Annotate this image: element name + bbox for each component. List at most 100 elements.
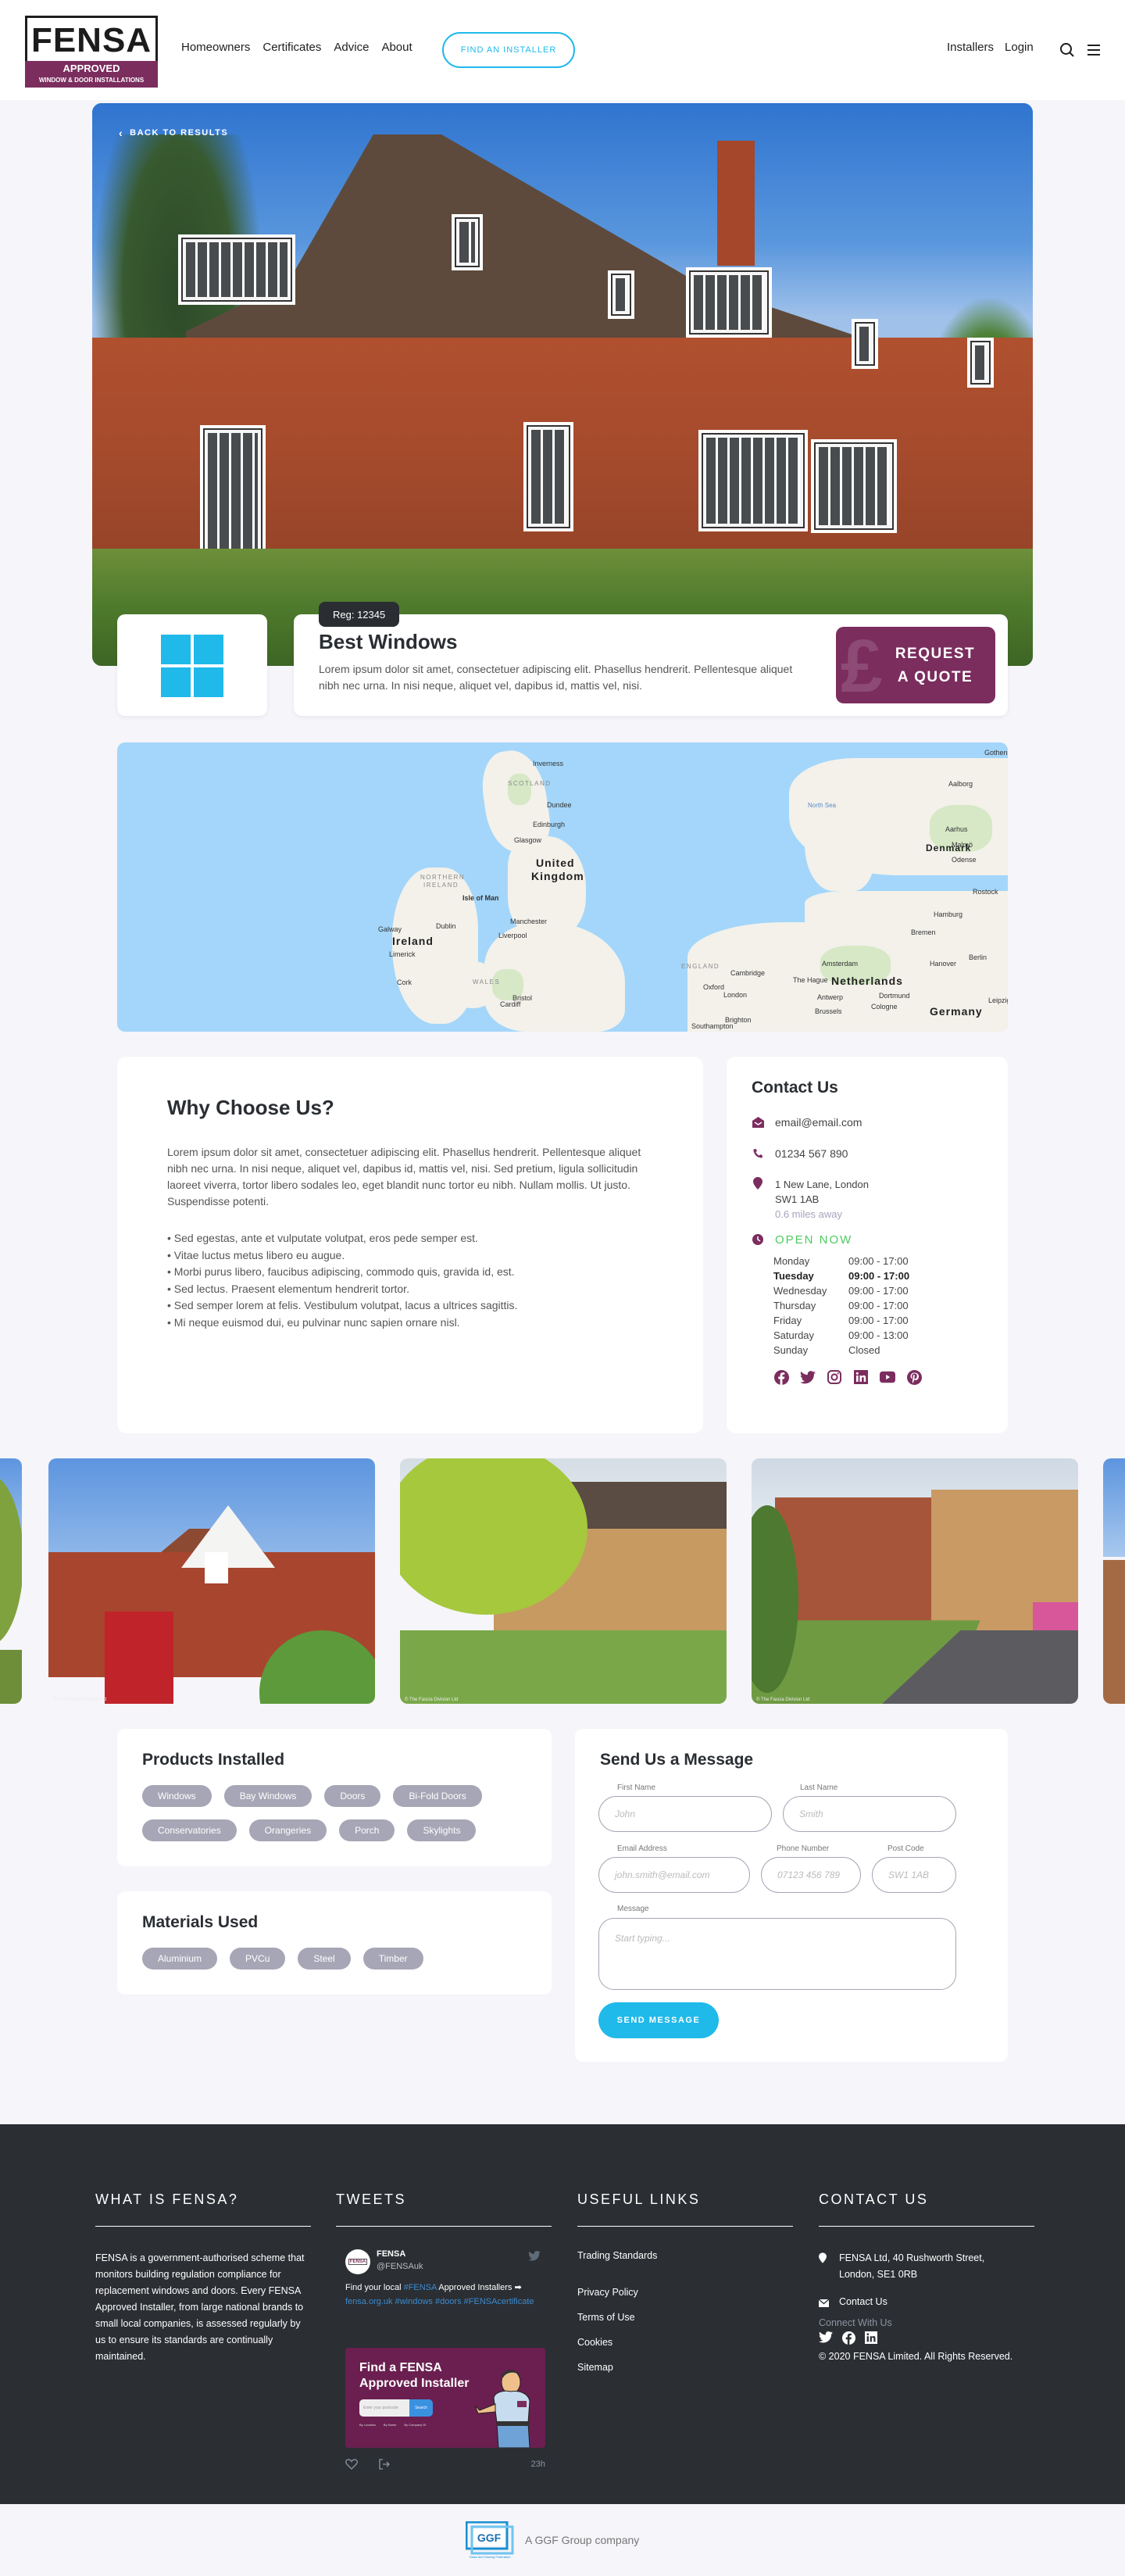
gallery-garage-door xyxy=(105,1612,173,1704)
map-label-city: Hamburg xyxy=(934,911,963,918)
nav-about[interactable]: About xyxy=(381,41,412,54)
product-tag[interactable]: Doors xyxy=(324,1785,381,1807)
twitter-icon[interactable] xyxy=(800,1369,816,1385)
footer-tweets: TWEETS xyxy=(336,2191,552,2227)
tweet-card-search-button: Search xyxy=(409,2399,433,2417)
map-label-city: Southampton xyxy=(691,1022,734,1030)
youtube-icon[interactable] xyxy=(880,1369,895,1385)
tweet-author-handle[interactable]: @FENSAuk xyxy=(377,2262,423,2271)
tweet-hashtag[interactable]: #FENSA xyxy=(404,2283,437,2292)
footer-link-cookies[interactable]: Cookies xyxy=(577,2337,793,2362)
gallery-image-3[interactable]: © The Fascia Division Ltd xyxy=(752,1458,1078,1704)
product-tag[interactable]: Orangeries xyxy=(248,1819,327,1841)
nav-installers[interactable]: Installers xyxy=(947,41,994,54)
product-tag[interactable]: Skylights xyxy=(407,1819,477,1841)
gallery-image-2[interactable]: © The Fascia Division Ltd xyxy=(400,1458,727,1704)
footer-link-terms-of-use[interactable]: Terms of Use xyxy=(577,2312,793,2337)
opening-hours: Monday 09:00 - 17:00 Tuesday 09:00 - 17:00… xyxy=(773,1254,909,1358)
search-icon[interactable] xyxy=(1059,42,1075,58)
footer-divider xyxy=(577,2226,793,2227)
twitter-bird-icon[interactable] xyxy=(528,2251,541,2261)
facebook-icon[interactable] xyxy=(842,2331,855,2345)
contact-phone[interactable]: 01234 567 890 xyxy=(775,1147,848,1160)
twitter-icon[interactable] xyxy=(819,2331,833,2343)
nav-login[interactable]: Login xyxy=(1005,41,1034,54)
material-tag[interactable]: Steel xyxy=(298,1948,351,1970)
phone-input[interactable]: 07123 456 789 xyxy=(761,1857,861,1893)
tweet-links[interactable]: fensa.org.uk #windows #doors #FENSAcerti… xyxy=(345,2295,545,2309)
send-message-button[interactable]: SEND MESSAGE xyxy=(598,2002,719,2038)
gallery-image-1[interactable]: © The Fascia Division Ltd xyxy=(48,1458,375,1704)
product-tag[interactable]: Bay Windows xyxy=(223,1785,312,1807)
footer-contact-link[interactable]: Contact Us xyxy=(839,2294,888,2313)
share-icon[interactable] xyxy=(378,2459,391,2470)
product-tag[interactable]: Windows xyxy=(142,1785,212,1807)
material-tag[interactable]: Aluminium xyxy=(142,1948,218,1970)
hamburger-menu-icon[interactable] xyxy=(1088,44,1100,56)
why-choose-us-body: Lorem ipsum dolor sit amet, consectetuer… xyxy=(167,1146,641,1208)
logo-approved-band: APPROVED WINDOW & DOOR INSTALLATIONS xyxy=(25,61,158,88)
gallery-image-partial-left[interactable] xyxy=(0,1458,22,1704)
linkedin-icon[interactable] xyxy=(853,1369,869,1385)
map-label-city: Cork xyxy=(397,979,412,986)
map-label-city: Galway xyxy=(378,925,402,933)
tweet-card-postcode-input: Enter your postcode xyxy=(359,2399,409,2417)
gallery-house xyxy=(1103,1560,1125,1704)
footer-connect-label: Connect With Us xyxy=(819,2317,892,2328)
logo-subline: WINDOW & DOOR INSTALLATIONS xyxy=(38,77,145,84)
clock-icon xyxy=(752,1233,764,1246)
facebook-icon[interactable] xyxy=(773,1369,789,1385)
tweet-avatar[interactable]: FENSA xyxy=(345,2249,370,2274)
ggf-logo-text: GGF xyxy=(477,2531,502,2544)
hero-chimney xyxy=(717,141,755,266)
pinterest-icon[interactable] xyxy=(906,1369,922,1385)
nav-advice[interactable]: Advice xyxy=(334,41,369,54)
material-tag[interactable]: Timber xyxy=(362,1948,423,1970)
social-links xyxy=(773,1369,922,1385)
product-tag[interactable]: Bi-Fold Doors xyxy=(393,1785,482,1807)
tweet-text: Find your local #FENSA Approved Installe… xyxy=(345,2281,545,2309)
tweet-media-card[interactable]: Find a FENSA Approved Installer Enter yo… xyxy=(345,2348,545,2448)
location-map[interactable]: SCOTLAND Inverness Dundee Edinburgh Glas… xyxy=(117,742,1008,1032)
footer-link-sitemap[interactable]: Sitemap xyxy=(577,2362,793,2387)
find-installer-button[interactable]: FIND AN INSTALLER xyxy=(442,32,575,68)
linkedin-icon[interactable] xyxy=(865,2331,877,2344)
last-name-input[interactable]: Smith xyxy=(783,1796,956,1832)
footer-heading: USEFUL LINKS xyxy=(577,2191,701,2207)
footer-contact-link-row[interactable]: Contact Us xyxy=(818,2294,1034,2313)
first-name-input[interactable]: John xyxy=(598,1796,772,1832)
contact-email-row[interactable]: email@email.com xyxy=(752,1116,862,1129)
product-tag[interactable]: Conservatories xyxy=(142,1819,237,1841)
postcode-input[interactable]: SW1 1AB xyxy=(872,1857,956,1893)
request-quote-line1: REQUEST xyxy=(895,646,976,662)
hours-time: 09:00 - 17:00 xyxy=(848,1285,909,1297)
footer-link-privacy-policy[interactable]: Privacy Policy xyxy=(577,2287,793,2312)
email-input[interactable]: john.smith@email.com xyxy=(598,1857,750,1893)
email-label: Email Address xyxy=(617,1844,667,1853)
footer-link-trading-standards[interactable]: Trading Standards xyxy=(577,2250,793,2275)
map-label-city: Antwerp xyxy=(817,993,844,1001)
map-label-city: Dortmund xyxy=(879,992,910,1000)
last-name-label: Last Name xyxy=(800,1784,838,1792)
heart-icon[interactable] xyxy=(345,2459,358,2470)
nav-certificates[interactable]: Certificates xyxy=(262,41,321,54)
request-quote-button[interactable]: £ REQUEST A QUOTE xyxy=(836,627,995,703)
back-to-results-link[interactable]: ‹ BACK TO RESULTS xyxy=(119,127,228,139)
contact-phone-row[interactable]: 01234 567 890 xyxy=(752,1147,848,1160)
product-tag[interactable]: Porch xyxy=(339,1819,395,1841)
tweet-author-name[interactable]: FENSA xyxy=(377,2249,405,2259)
fensa-logo[interactable]: FENSA APPROVED WINDOW & DOOR INSTALLATIO… xyxy=(25,16,158,88)
ggf-logo[interactable]: GGF Glass and Glazing Federation xyxy=(466,2521,514,2559)
contact-email[interactable]: email@email.com xyxy=(775,1116,862,1129)
gallery-image-partial-right[interactable] xyxy=(1103,1458,1125,1704)
instagram-icon[interactable] xyxy=(827,1369,842,1385)
message-textarea[interactable]: Start typing... xyxy=(598,1918,956,1990)
nav-homeowners[interactable]: Homeowners xyxy=(181,41,250,54)
tweet-avatar-logo: FENSA xyxy=(348,2259,368,2265)
installer-mascot-illustration xyxy=(474,2370,530,2448)
company-description: Lorem ipsum dolor sit amet, consectetuer… xyxy=(319,663,793,692)
materials-used-title: Materials Used xyxy=(142,1913,259,1931)
tweet-timestamp[interactable]: 23h xyxy=(531,2460,545,2469)
hero-image: ‹ BACK TO RESULTS xyxy=(92,103,1033,666)
material-tag[interactable]: PVCu xyxy=(230,1948,286,1970)
